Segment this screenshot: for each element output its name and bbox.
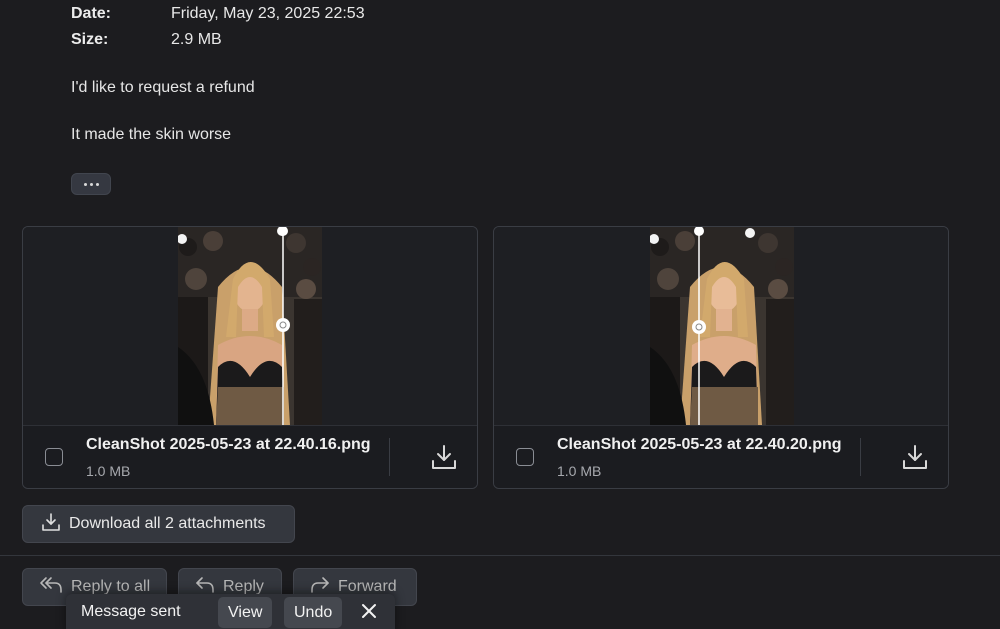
divider — [860, 438, 861, 476]
attachment-card[interactable]: CleanShot 2025-05-23 at 22.40.16.png 1.0… — [22, 226, 478, 489]
attachment-card[interactable]: CleanShot 2025-05-23 at 22.40.20.png 1.0… — [493, 226, 949, 489]
attachment-filesize: 1.0 MB — [86, 463, 131, 479]
show-quoted-button[interactable] — [71, 173, 111, 195]
attachment-thumbnail — [650, 227, 794, 425]
attachment-checkbox[interactable] — [45, 448, 63, 466]
attachment-preview[interactable] — [494, 227, 948, 425]
message-body-line: I'd like to request a refund — [71, 79, 255, 96]
download-icon[interactable] — [429, 442, 459, 472]
download-all-button[interactable]: Download all 2 attachments — [22, 505, 295, 543]
ellipsis-icon — [95, 182, 99, 186]
download-icon[interactable] — [900, 442, 930, 472]
attachment-footer: CleanShot 2025-05-23 at 22.40.20.png 1.0… — [494, 425, 948, 488]
attachment-filesize: 1.0 MB — [557, 463, 602, 479]
view-button[interactable]: View — [218, 597, 273, 628]
ellipsis-icon — [83, 182, 87, 186]
date-value: Friday, May 23, 2025 22:53 — [171, 5, 365, 22]
size-label: Size: — [71, 31, 109, 48]
download-all-label: Download all 2 attachments — [69, 515, 266, 532]
toast-message: Message sent — [81, 603, 181, 620]
size-value: 2.9 MB — [171, 31, 222, 48]
attachment-filename[interactable]: CleanShot 2025-05-23 at 22.40.16.png — [86, 436, 371, 454]
attachment-checkbox[interactable] — [516, 448, 534, 466]
divider — [389, 438, 390, 476]
undo-button[interactable]: Undo — [284, 597, 343, 628]
reply-all-icon — [39, 576, 63, 599]
download-icon — [41, 512, 61, 537]
attachment-filename[interactable]: CleanShot 2025-05-23 at 22.40.20.png — [557, 436, 842, 454]
attachment-thumbnail — [178, 227, 322, 425]
attachment-footer: CleanShot 2025-05-23 at 22.40.16.png 1.0… — [23, 425, 477, 488]
message-sent-toast: Message sent View Undo — [66, 594, 395, 629]
ellipsis-icon — [89, 182, 93, 186]
divider — [0, 555, 1000, 556]
close-icon[interactable] — [360, 602, 378, 620]
date-label: Date: — [71, 5, 112, 22]
message-body-line: It made the skin worse — [71, 126, 232, 143]
attachment-preview[interactable] — [23, 227, 477, 425]
